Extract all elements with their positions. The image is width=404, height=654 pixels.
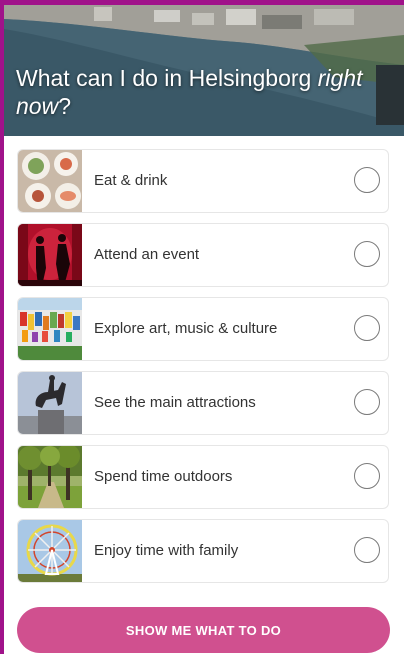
option-art-music-culture[interactable]: Explore art, music & culture — [17, 297, 389, 361]
title-punctuation: ? — [58, 93, 71, 119]
park-trees-icon — [18, 446, 82, 508]
option-attend-event[interactable]: Attend an event — [17, 223, 389, 287]
show-me-button[interactable]: SHOW ME WHAT TO DO — [17, 607, 390, 653]
option-label: Enjoy time with family — [94, 542, 239, 559]
option-radio[interactable] — [354, 463, 380, 489]
page-frame: What can I do in Helsingborg right now? … — [4, 5, 404, 654]
option-radio[interactable] — [354, 537, 380, 563]
option-radio[interactable] — [354, 167, 380, 193]
page-title: What can I do in Helsingborg right now? — [16, 64, 396, 120]
stage-performers-icon — [18, 224, 82, 286]
option-label: Attend an event — [94, 246, 200, 263]
option-outdoors[interactable]: Spend time outdoors — [17, 445, 389, 509]
option-family[interactable]: Enjoy time with family — [17, 519, 389, 583]
option-label: Spend time outdoors — [94, 468, 233, 485]
option-label: Explore art, music & culture — [94, 320, 278, 337]
option-radio[interactable] — [354, 315, 380, 341]
option-radio[interactable] — [354, 241, 380, 267]
hero-banner: What can I do in Helsingborg right now? — [4, 5, 404, 136]
option-label: See the main attractions — [94, 394, 256, 411]
ferris-wheel-icon — [18, 520, 82, 582]
equestrian-statue-icon — [18, 372, 82, 434]
option-label: Eat & drink — [94, 172, 168, 189]
option-eat-drink[interactable]: Eat & drink — [17, 149, 389, 213]
title-text: What can I do in Helsingborg — [16, 65, 318, 91]
option-main-attractions[interactable]: See the main attractions — [17, 371, 389, 435]
colorful-building-icon — [18, 298, 82, 360]
option-radio[interactable] — [354, 389, 380, 415]
food-plates-icon — [18, 150, 82, 212]
